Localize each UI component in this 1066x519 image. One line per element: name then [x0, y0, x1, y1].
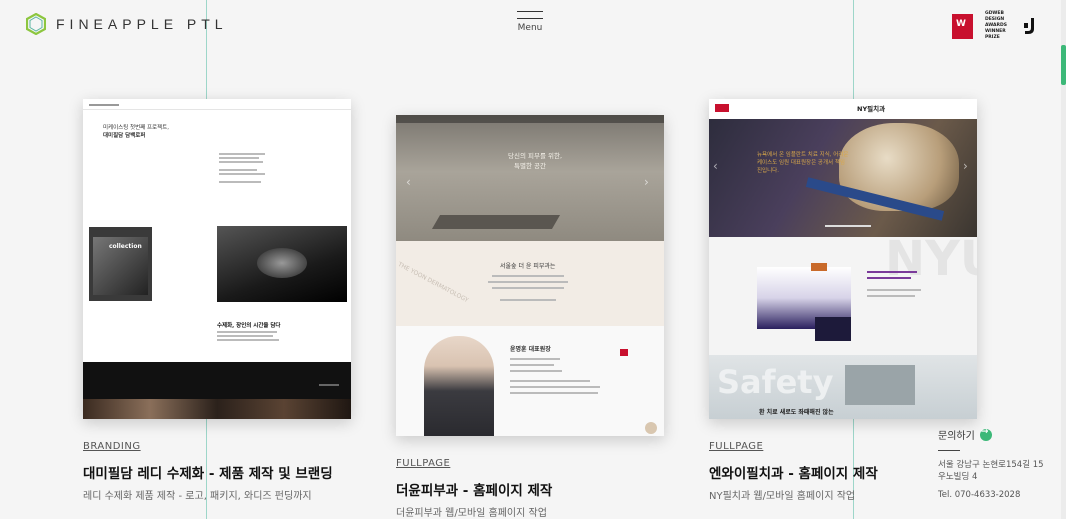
chevron-left-icon[interactable]: ‹ [713, 159, 718, 173]
thumb-heading: 미케이스팅 첫번째 프로젝트, [103, 125, 169, 131]
award-badge-icon: W [952, 13, 973, 39]
hamburger-icon [517, 11, 543, 12]
award-text: GDWEB DESIGN AWARDS WINNER PRIZE [985, 11, 1007, 40]
card-description: NY필치과 웹/모바일 홈페이지 작업 [709, 491, 856, 502]
doctor-photo [424, 336, 494, 436]
chevron-right-icon[interactable]: › [963, 159, 968, 173]
thumb-footer [83, 362, 351, 399]
thumb-doctor: 윤명훈 대표원장 [396, 326, 664, 436]
contact-divider [938, 450, 960, 451]
thumb-hero: 당신의 피부를 위한, 특별한 공간 ‹ › [396, 115, 664, 241]
logo-link[interactable]: FINEAPPLE PTL [26, 13, 228, 35]
contact-link[interactable]: 문의하기 [938, 427, 1048, 442]
contact-block: 문의하기 서울 강남구 논현로154길 15 우노빌딩 4 Tel. 070-4… [938, 427, 1048, 500]
contact-tel[interactable]: Tel. 070-4633-2028 [938, 490, 1048, 500]
arrow-right-icon [979, 427, 992, 441]
card-category-link[interactable]: FULLPAGE [396, 458, 450, 469]
hamburger-icon [517, 18, 543, 19]
card-title[interactable]: 대미필담 레디 수제화 - 제품 제작 및 브랜딩 [83, 462, 333, 482]
contact-label: 문의하기 [938, 431, 975, 442]
portfolio-thumbnail[interactable]: 미케이스팅 첫번째 프로젝트, 대미필담 담백로퍼 collection 수제화… [83, 99, 351, 419]
portfolio-thumbnail[interactable]: 당신의 피부를 위한, 특별한 공간 ‹ › THE YOON DERMATOL… [396, 115, 664, 436]
card-title[interactable]: 엔와이필치과 - 홈페이지 제작 [709, 462, 878, 482]
card-title[interactable]: 더윤피부과 - 홈페이지 제작 [396, 479, 552, 499]
awards-badges: W GDWEB DESIGN AWARDS WINNER PRIZE [952, 11, 1035, 41]
contact-address: 서울 강남구 논현로154길 15 우노빌딩 4 [938, 460, 1044, 482]
hexagon-logo-icon [26, 13, 46, 35]
chevron-left-icon[interactable]: ‹ [406, 175, 411, 189]
thumb-subheading: 수제화, 장인의 시간을 담다 [217, 323, 281, 329]
thumb-hero: NY필치과 뉴욕에서 온 임플란트 치료 지식, 어려운 케이스도 임원 대표원… [709, 99, 977, 237]
menu-button[interactable]: Menu [517, 11, 543, 33]
thumb-photo: collection [89, 227, 152, 301]
menu-label: Menu [517, 23, 543, 33]
chevron-right-icon[interactable]: › [644, 175, 649, 189]
thumb-heading: 대미필담 담백로퍼 [103, 133, 146, 139]
card-category-link[interactable]: BRANDING [83, 441, 141, 452]
card-description: 더윤피부과 웹/모바일 홈페이지 작업 [396, 508, 547, 519]
portfolio-thumbnail[interactable]: NY필치과 뉴욕에서 온 임플란트 치료 지식, 어려운 케이스도 임원 대표원… [709, 99, 977, 419]
logo-text: FINEAPPLE PTL [56, 16, 228, 32]
scrollbar-thumb[interactable] [1061, 45, 1066, 85]
chat-icon[interactable] [645, 422, 657, 434]
thumb-photo: Safety 환 치료 새로도 좌때해진 않는 [709, 355, 977, 419]
card-description: 레디 수제화 제품 제작 - 로고, 패키지, 와디즈 펀딩까지 [83, 491, 312, 502]
thumb-photo-strip [83, 399, 351, 419]
thumb-intro: THE YOON DERMATOLOGY 서울숲 더 윤 피부과는 [396, 241, 664, 326]
card-category-link[interactable]: FULLPAGE [709, 441, 763, 452]
thumb-body: NYU Safety 환 치료 새로도 좌때해진 않는 [709, 231, 977, 419]
thumb-photo [217, 226, 347, 302]
award-j-icon [1024, 18, 1034, 34]
